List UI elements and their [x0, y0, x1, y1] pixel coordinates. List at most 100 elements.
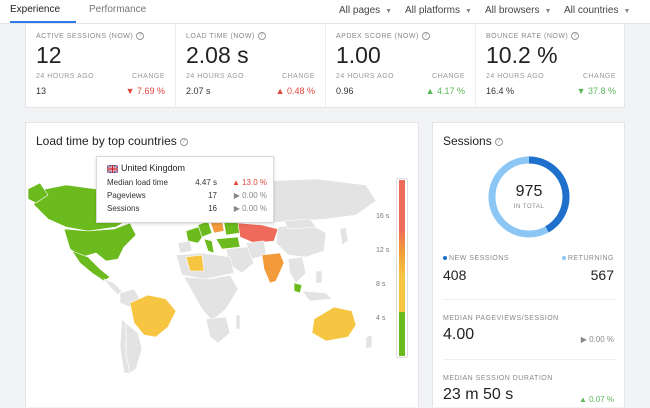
help-icon[interactable]: ? [571, 32, 580, 40]
stat-previous-value: 13 [36, 86, 47, 96]
duration-change: ▲ 0.07 % [578, 395, 614, 404]
help-icon[interactable]: ? [421, 32, 430, 40]
stat-label: ACTIVE SESSIONS (NOW)? [36, 32, 145, 40]
load-time-map-panel: Load time by top countries? United Kingd… [25, 122, 419, 407]
stat-value: 10.2 % [486, 42, 558, 68]
legend-tick: 8 s [376, 281, 386, 288]
map-country-india[interactable] [261, 252, 285, 284]
map-country-brazil[interactable] [129, 294, 177, 338]
new-sessions-label-text: NEW SESSIONS [449, 255, 510, 262]
map-country-north-africa[interactable] [175, 252, 235, 280]
map-country-turkey[interactable] [215, 236, 241, 250]
filter-pages-label: All pages [339, 5, 381, 16]
map-country-south-africa[interactable] [205, 316, 231, 344]
stat-change-value: ▲ 4.17 % [425, 86, 465, 96]
tooltip-row-sessions: Sessions 16 ▶ 0.00 % [107, 204, 267, 213]
tooltip-row-value: 16 [208, 204, 217, 213]
new-sessions-label: NEW SESSIONS [443, 255, 509, 262]
map-country-central-america[interactable] [103, 278, 123, 296]
stat-change-label: CHANGE [432, 73, 465, 80]
stat-label: BOUNCE RATE (NOW)? [486, 32, 580, 40]
tooltip-country-name: United Kingdom [121, 163, 186, 173]
map-country-central-africa[interactable] [183, 274, 239, 322]
help-icon[interactable]: ? [257, 32, 266, 40]
new-sessions-dot [443, 256, 447, 261]
pageviews-value: 4.00 [443, 326, 475, 343]
tooltip-row-label: Sessions [107, 204, 140, 213]
help-icon[interactable]: ? [136, 32, 145, 40]
map-country-ukraine[interactable] [223, 220, 241, 236]
top-nav-bar: Experience Performance All pages ▼ All pl… [0, 0, 650, 24]
map-country-indonesia[interactable] [301, 290, 333, 302]
map-country-new-zealand[interactable] [365, 334, 373, 350]
stat-sub-label: 24 HOURS AGO [336, 73, 395, 80]
filter-pages[interactable]: All pages ▼ [339, 5, 392, 16]
stat-sub-label: 24 HOURS AGO [36, 73, 95, 80]
duration-label: MEDIAN SESSION DURATION [443, 375, 553, 382]
stat-value: 1.00 [336, 42, 381, 68]
country-tooltip: United Kingdom Median load time 4.47 s ▲… [96, 156, 274, 223]
filter-platforms-label: All platforms [405, 5, 461, 16]
map-country-australia[interactable] [311, 306, 357, 342]
tooltip-row-change: ▶ 0.00 % [233, 191, 267, 200]
returning-dot [561, 256, 566, 261]
map-country-kazakhstan[interactable] [237, 222, 279, 244]
filter-countries-label: All countries [564, 5, 619, 16]
stat-change-value: ▲ 0.48 % [275, 86, 315, 96]
map-country-southeast-asia[interactable] [287, 256, 307, 284]
map-country-italy[interactable] [203, 238, 215, 254]
sessions-panel: Sessions? 975 IN TOTAL NEW SESSIONS RETU… [432, 122, 625, 407]
duration-value: 23 m 50 s [443, 386, 514, 403]
tooltip-row-change: ▲ 13.0 % [231, 178, 267, 187]
pageviews-change: ▶ 0.00 % [580, 335, 614, 344]
legend-tick: 12 s [376, 247, 390, 254]
divider [443, 359, 616, 360]
stat-value: 2.08 s [186, 42, 249, 68]
tooltip-row-load-time: Median load time 4.47 s ▲ 13.0 % [107, 178, 267, 187]
map-country-japan[interactable] [339, 226, 349, 246]
divider [443, 299, 616, 300]
stat-change-value: ▼ 37.8 % [576, 86, 616, 96]
stat-change-value: ▼ 7.69 % [125, 86, 165, 96]
help-icon[interactable]: ? [494, 137, 503, 146]
stats-row: ACTIVE SESSIONS (NOW)? 12 24 HOURS AGO C… [25, 24, 625, 108]
stat-label: APDEX SCORE (NOW)? [336, 32, 430, 40]
filter-browsers[interactable]: All browsers ▼ [485, 5, 551, 16]
returning-label-text: RETURNING [567, 255, 614, 262]
tab-experience[interactable]: Experience [10, 4, 60, 15]
map-country-spain[interactable] [177, 240, 193, 254]
stat-apdex-score: APDEX SCORE (NOW)? 1.00 24 HOURS AGO CHA… [326, 24, 476, 108]
stat-change-label: CHANGE [583, 73, 616, 80]
legend-tick: 4 s [376, 315, 386, 322]
map-country-mongolia[interactable] [283, 218, 317, 230]
stat-label: LOAD TIME (NOW)? [186, 32, 266, 40]
chevron-down-icon: ▼ [465, 8, 472, 15]
stat-bounce-rate: BOUNCE RATE (NOW)? 10.2 % 24 HOURS AGO C… [476, 24, 626, 108]
tooltip-row-value: 4.47 s [195, 178, 217, 187]
map-country-philippines[interactable] [315, 270, 323, 284]
stat-value: 12 [36, 42, 62, 68]
tab-performance[interactable]: Performance [89, 4, 146, 15]
stat-label-text: APDEX SCORE (NOW) [336, 32, 419, 40]
stat-active-sessions: ACTIVE SESSIONS (NOW)? 12 24 HOURS AGO C… [26, 24, 176, 108]
stat-change-label: CHANGE [282, 73, 315, 80]
tooltip-row-change: ▶ 0.00 % [233, 204, 267, 213]
map-country-madagascar[interactable] [235, 314, 241, 330]
stat-previous-value: 0.96 [336, 86, 354, 96]
uk-flag-icon [107, 165, 118, 173]
stat-label-text: BOUNCE RATE (NOW) [486, 32, 569, 40]
stat-label-text: ACTIVE SESSIONS (NOW) [36, 32, 134, 40]
stat-previous-value: 16.4 % [486, 86, 515, 96]
stat-sub-label: 24 HOURS AGO [186, 73, 245, 80]
stat-previous-value: 2.07 s [186, 86, 211, 96]
new-sessions-value: 408 [443, 267, 467, 283]
legend-tick: 16 s [376, 213, 390, 220]
stat-change-label: CHANGE [132, 73, 165, 80]
active-tab-indicator [10, 21, 76, 23]
filter-browsers-label: All browsers [485, 5, 540, 16]
stat-label-text: LOAD TIME (NOW) [186, 32, 255, 40]
filter-countries[interactable]: All countries ▼ [564, 5, 630, 16]
panel-title: Sessions? [443, 134, 503, 148]
filter-platforms[interactable]: All platforms ▼ [405, 5, 472, 16]
map-country-malaysia[interactable] [293, 282, 303, 294]
